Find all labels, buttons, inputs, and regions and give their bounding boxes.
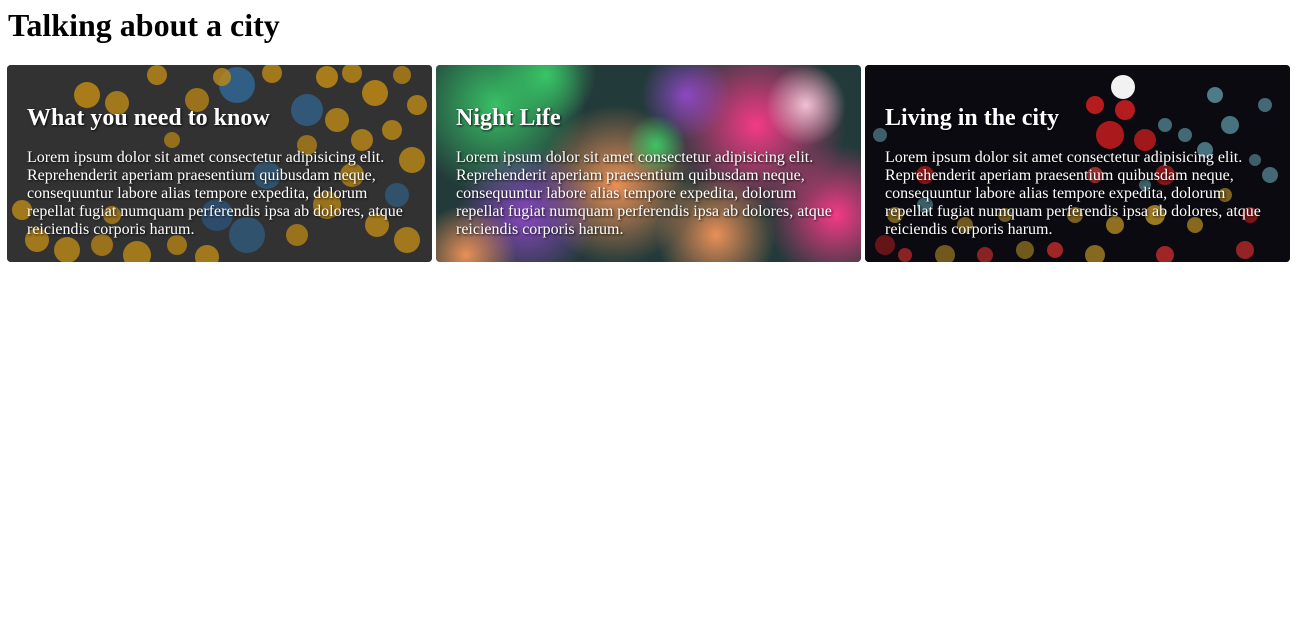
card-title: Living in the city — [885, 105, 1060, 131]
card-title: What you need to know — [27, 105, 270, 131]
card-content: Night Life Lorem ipsum dolor sit amet co… — [436, 65, 861, 239]
card-content: Living in the city Lorem ipsum dolor sit… — [865, 65, 1290, 239]
card-living-in-the-city[interactable]: Living in the city Lorem ipsum dolor sit… — [865, 65, 1290, 262]
card-title: Night Life — [456, 105, 561, 131]
card-list: What you need to know Lorem ipsum dolor … — [7, 65, 1290, 262]
card-body: Lorem ipsum dolor sit amet consectetur a… — [885, 149, 1261, 238]
page-title: Talking about a city — [8, 7, 280, 43]
card-what-you-need-to-know[interactable]: What you need to know Lorem ipsum dolor … — [7, 65, 432, 262]
card-body: Lorem ipsum dolor sit amet consectetur a… — [27, 149, 403, 238]
card-content: What you need to know Lorem ipsum dolor … — [7, 65, 432, 239]
card-night-life[interactable]: Night Life Lorem ipsum dolor sit amet co… — [436, 65, 861, 262]
card-body: Lorem ipsum dolor sit amet consectetur a… — [456, 149, 832, 238]
